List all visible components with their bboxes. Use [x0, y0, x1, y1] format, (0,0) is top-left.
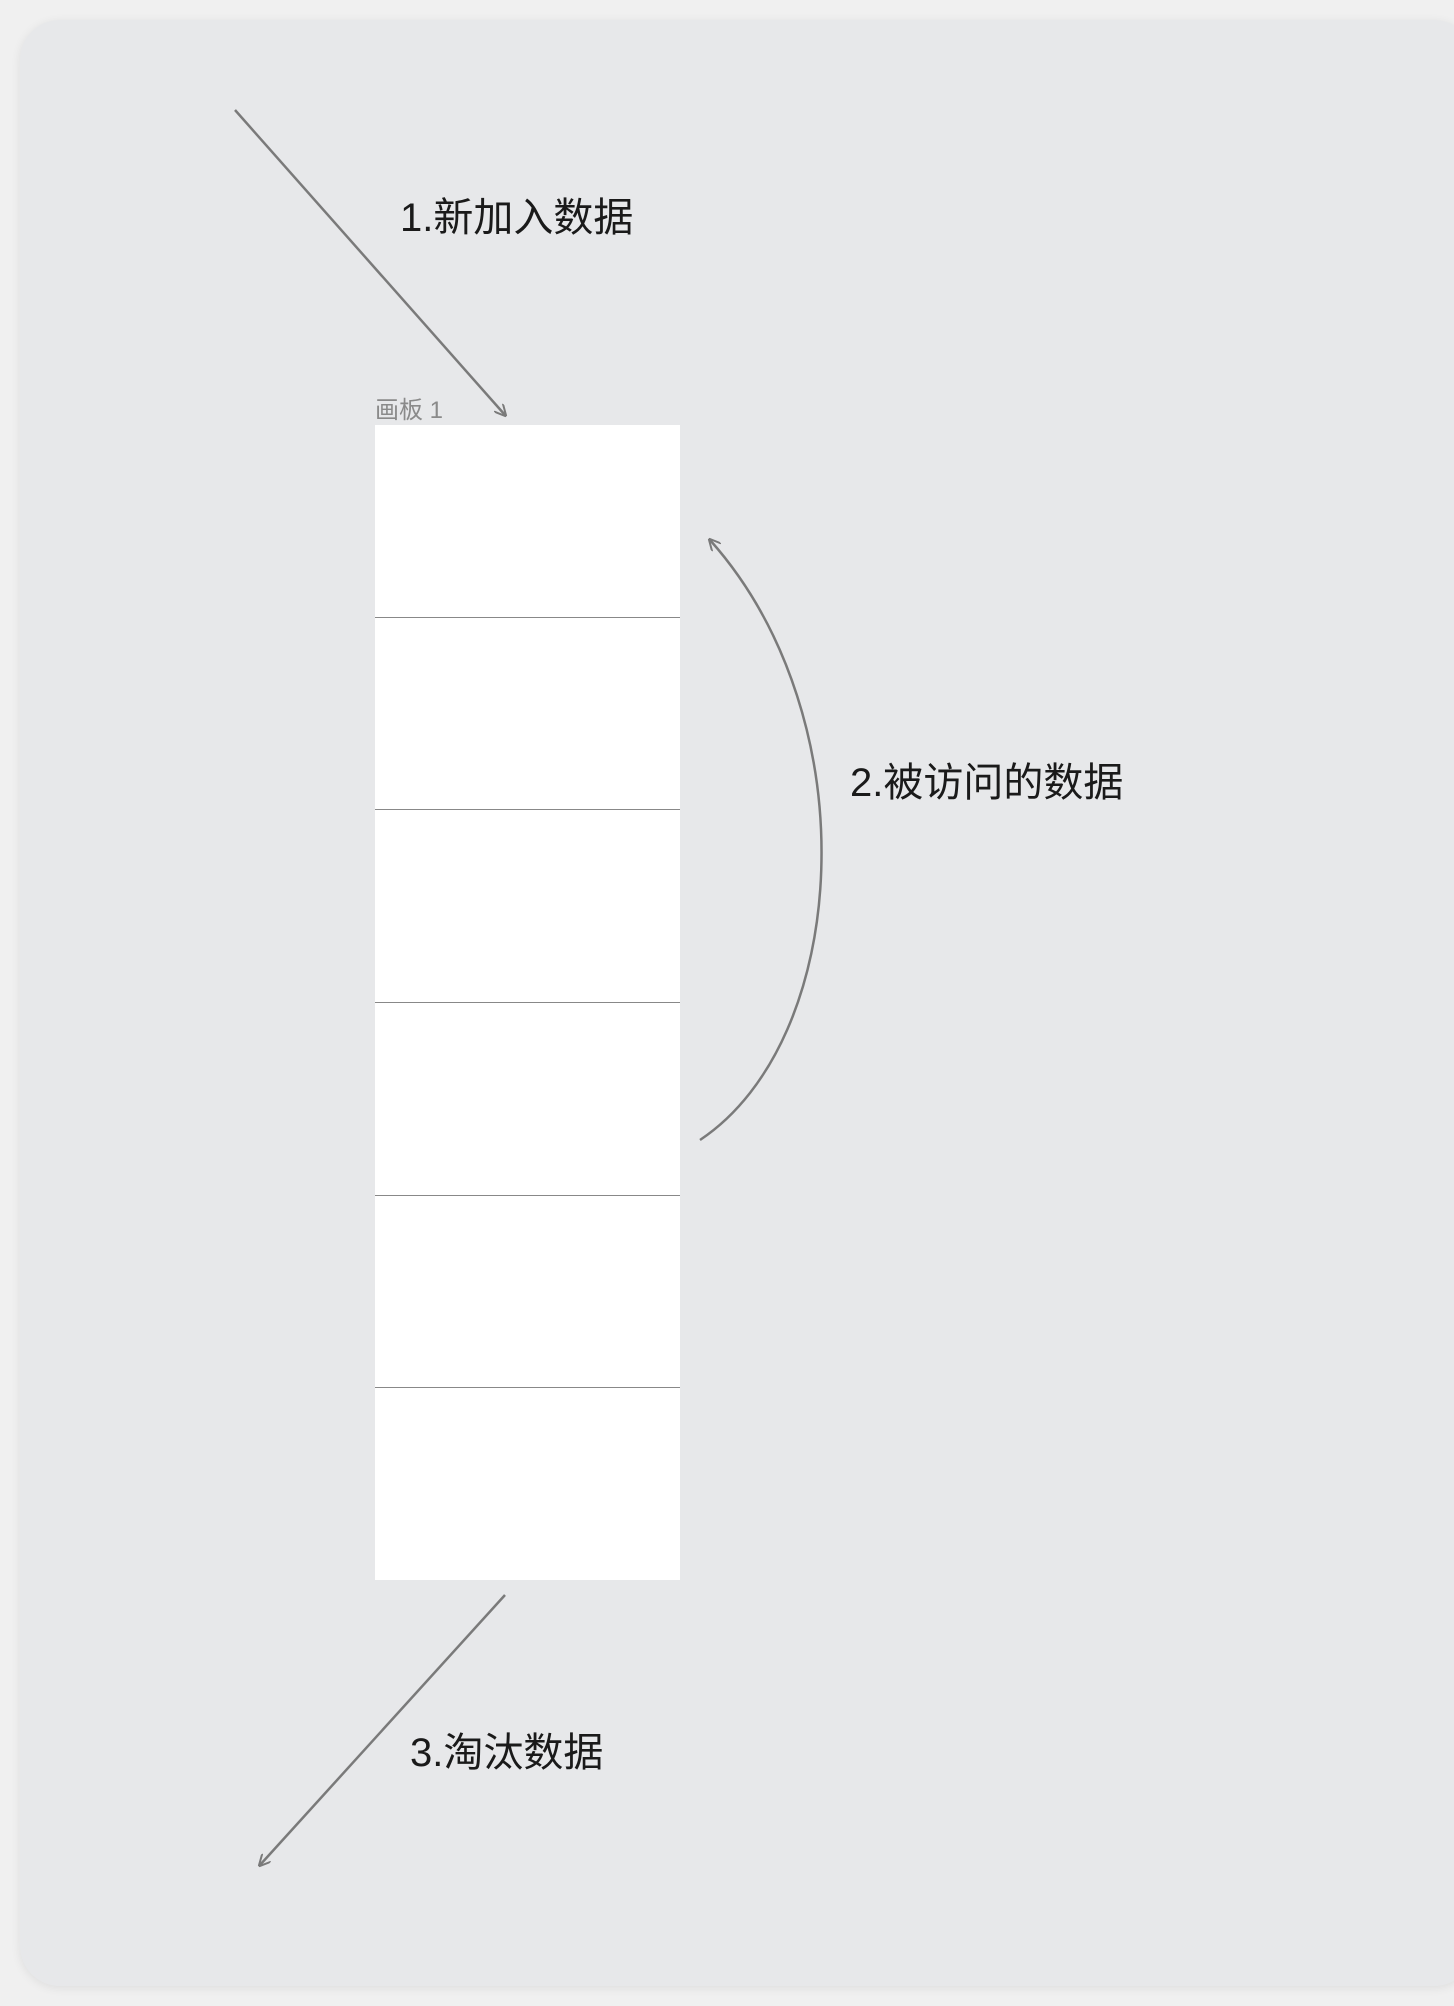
stack-cell	[375, 809, 680, 1002]
stack-cell	[375, 1195, 680, 1388]
stack-cell	[375, 1002, 680, 1195]
arrow-new-data-icon	[235, 110, 505, 415]
label-evicted-data: 3.淘汰数据	[410, 1720, 603, 1778]
label-accessed-data: 2.被访问的数据	[850, 750, 1123, 808]
stack-cell	[375, 1387, 680, 1580]
arrows-layer	[20, 20, 1454, 1986]
label-new-data: 1.新加入数据	[400, 185, 633, 243]
artboard-label: 画板 1	[375, 390, 443, 425]
stack-cell	[375, 425, 680, 617]
arrow-accessed-data-icon	[700, 540, 822, 1140]
diagram-canvas: 画板 1 1.新加入数据 2.被访问的数据 3.淘汰数据	[20, 20, 1454, 1986]
lru-stack	[375, 425, 680, 1580]
stack-cell	[375, 617, 680, 810]
